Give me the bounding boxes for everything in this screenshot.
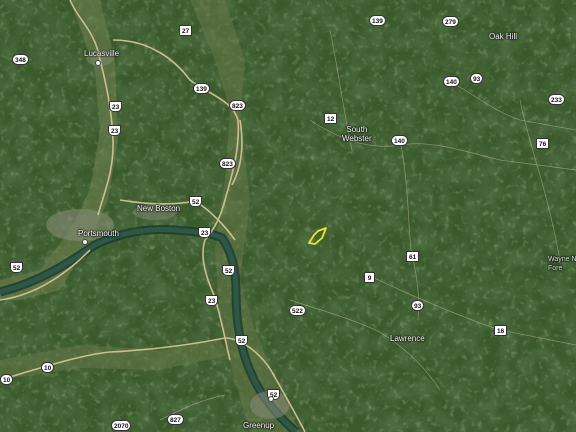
route-shield-140: 140 <box>443 76 460 87</box>
place-label-new-boston: New Boston <box>137 204 181 213</box>
city-dot-lucasville <box>95 60 101 66</box>
satellite-map[interactable]: Lucasville Oak Hill South Webster New Bo… <box>0 0 576 432</box>
route-shield-827: 827 <box>167 414 184 425</box>
city-dot-portsmouth <box>82 239 88 245</box>
route-shield-23: 23 <box>108 125 122 136</box>
place-label-portsmouth: Portsmouth <box>78 229 119 238</box>
route-shield-279: 279 <box>442 16 459 27</box>
route-shield-27: 27 <box>179 25 193 36</box>
route-shield-2070: 2070 <box>111 420 132 431</box>
place-label-wayne-forest: Wayne N Fore <box>548 256 576 272</box>
route-shield-23: 23 <box>198 227 212 238</box>
route-shield-52: 52 <box>222 265 236 276</box>
place-label-lucasville: Lucasville <box>84 49 120 58</box>
route-shield-16: 16 <box>494 325 508 336</box>
place-label-lawrence: Lawrence <box>390 334 425 343</box>
route-shield-348: 348 <box>12 54 29 65</box>
route-shield-23: 23 <box>205 295 219 306</box>
place-label-oak-hill: Oak Hill <box>489 32 518 41</box>
route-shield-61: 61 <box>406 251 420 262</box>
route-shield-823: 823 <box>229 100 246 111</box>
terrain-layer <box>0 0 576 432</box>
route-shield-93: 93 <box>411 300 425 311</box>
route-shield-10: 10 <box>0 374 14 385</box>
route-shield-52: 52 <box>10 262 24 273</box>
route-shield-233: 233 <box>548 94 565 105</box>
route-shield-93: 93 <box>470 73 484 84</box>
route-shield-52: 52 <box>189 196 203 207</box>
place-label-greenup: Greenup <box>243 421 275 430</box>
route-shield-522: 522 <box>289 305 306 316</box>
route-shield-140: 140 <box>391 135 408 146</box>
route-shield-823: 823 <box>219 158 236 169</box>
route-shield-23: 23 <box>109 101 123 112</box>
route-shield-139: 139 <box>369 15 386 26</box>
route-shield-12: 12 <box>324 113 338 124</box>
route-shield-76: 76 <box>536 138 550 149</box>
route-shield-9: 9 <box>364 272 375 283</box>
route-shield-139: 139 <box>193 83 210 94</box>
city-dot-greenup <box>268 396 274 402</box>
place-label-south-webster: South Webster <box>342 125 372 143</box>
route-shield-52: 52 <box>235 335 249 346</box>
route-shield-10: 10 <box>41 362 55 373</box>
